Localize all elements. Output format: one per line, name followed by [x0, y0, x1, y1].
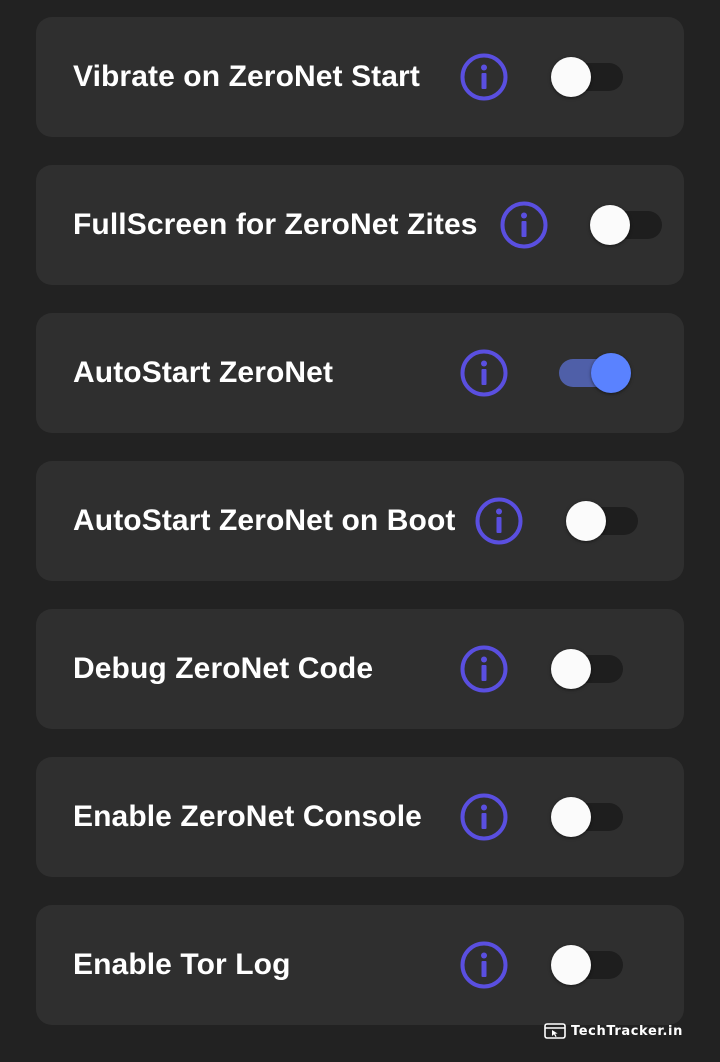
setting-label: Enable Tor Log	[73, 948, 291, 981]
watermark-text: TechTracker.in	[571, 1023, 683, 1039]
info-icon[interactable]	[460, 645, 508, 693]
tor-log-toggle[interactable]	[551, 943, 631, 987]
info-icon[interactable]	[460, 793, 508, 841]
setting-label: AutoStart ZeroNet	[73, 356, 334, 389]
autostart-toggle[interactable]	[553, 351, 633, 395]
watermark: TechTracker.in	[544, 1020, 683, 1042]
setting-row-fullscreen: FullScreen for ZeroNet Zites	[36, 165, 684, 285]
setting-label: FullScreen for ZeroNet Zites	[73, 208, 478, 241]
toggle-thumb	[590, 205, 630, 245]
toggle-thumb	[591, 353, 631, 393]
setting-row-console: Enable ZeroNet Console	[36, 757, 684, 877]
vibrate-toggle[interactable]	[551, 55, 631, 99]
browser-icon	[544, 1023, 566, 1039]
setting-row-vibrate: Vibrate on ZeroNet Start	[36, 17, 684, 137]
setting-label: Vibrate on ZeroNet Start	[73, 60, 420, 93]
info-icon[interactable]	[460, 941, 508, 989]
settings-screen: Vibrate on ZeroNet Start FullScreen for …	[0, 0, 720, 1062]
setting-row-autostart-boot: AutoStart ZeroNet on Boot	[36, 461, 684, 581]
console-toggle[interactable]	[551, 795, 631, 839]
info-icon[interactable]	[460, 349, 508, 397]
setting-row-debug: Debug ZeroNet Code	[36, 609, 684, 729]
setting-label: Debug ZeroNet Code	[73, 652, 374, 685]
info-icon[interactable]	[500, 201, 548, 249]
setting-label: Enable ZeroNet Console	[73, 800, 422, 833]
fullscreen-toggle[interactable]	[590, 203, 670, 247]
toggle-thumb	[551, 797, 591, 837]
setting-row-tor-log: Enable Tor Log	[36, 905, 684, 1025]
info-icon[interactable]	[460, 53, 508, 101]
toggle-thumb	[551, 945, 591, 985]
toggle-thumb	[551, 649, 591, 689]
setting-label: AutoStart ZeroNet on Boot	[73, 504, 456, 537]
toggle-thumb	[551, 57, 591, 97]
debug-toggle[interactable]	[551, 647, 631, 691]
autostart-boot-toggle[interactable]	[566, 499, 646, 543]
setting-row-autostart: AutoStart ZeroNet	[36, 313, 684, 433]
toggle-thumb	[566, 501, 606, 541]
info-icon[interactable]	[475, 497, 523, 545]
